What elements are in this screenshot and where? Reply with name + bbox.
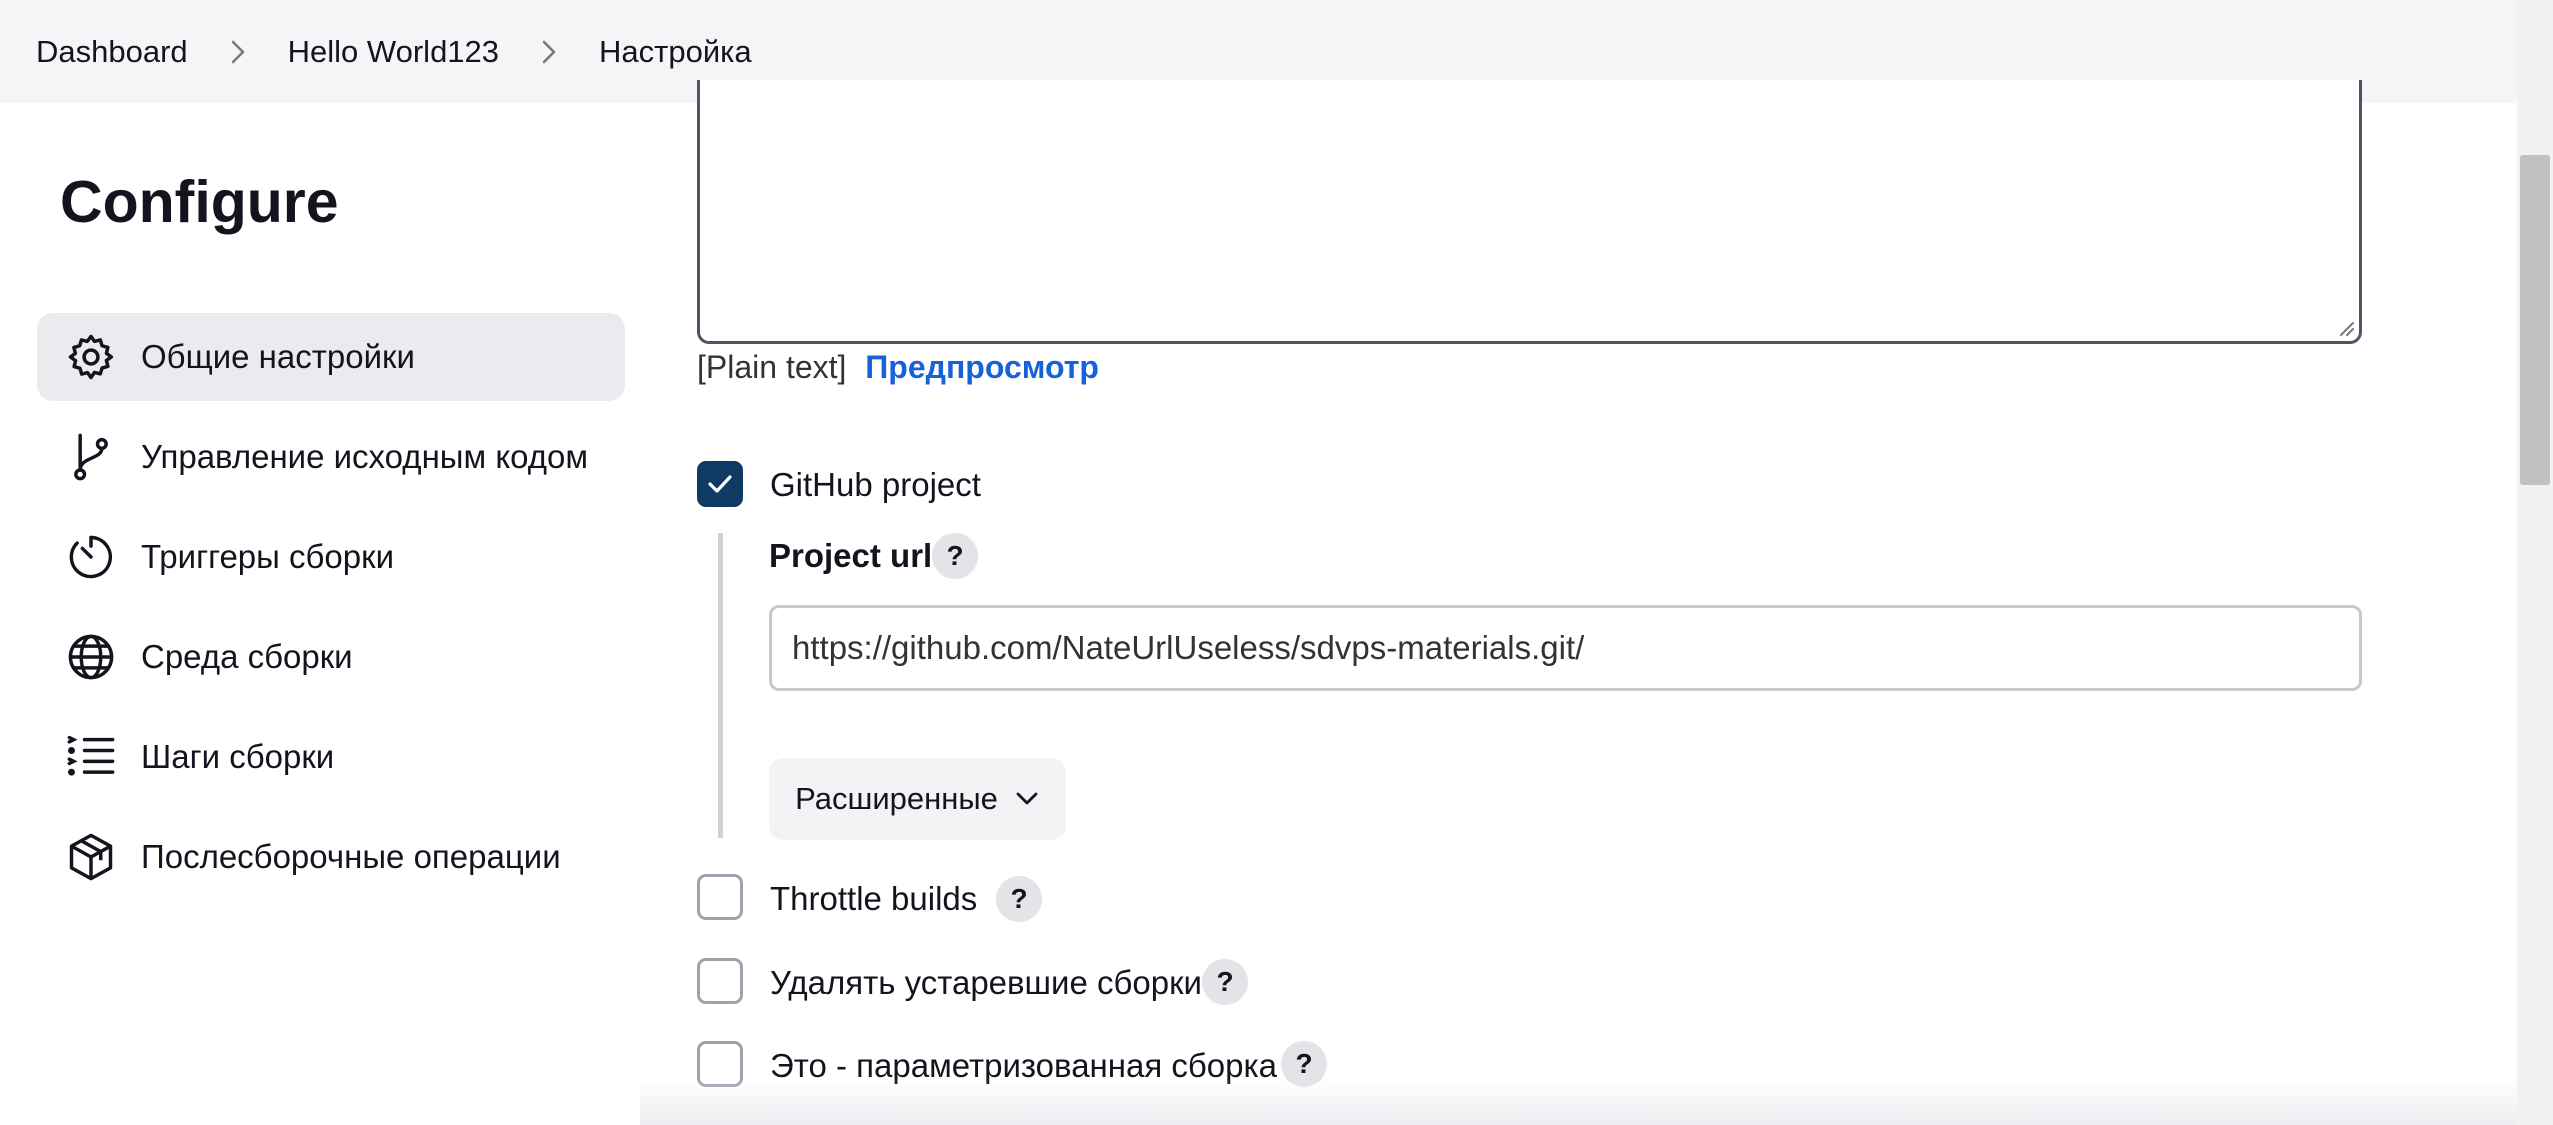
vertical-scrollbar[interactable]: [2517, 0, 2553, 1125]
discard-old-builds-checkbox[interactable]: [697, 958, 743, 1004]
branch-icon: [65, 431, 117, 483]
resize-handle-icon[interactable]: [2333, 315, 2355, 337]
description-textarea[interactable]: [697, 80, 2362, 344]
discard-old-builds-label: Удалять устаревшие сборки: [770, 964, 1202, 1001]
checkmark-icon: [708, 475, 732, 493]
plain-text-label: [Plain text]: [697, 349, 847, 385]
sidebar-item-label: Управление исходным кодом: [141, 438, 589, 475]
github-project-checkbox[interactable]: [697, 461, 743, 507]
project-url-label: Project url: [769, 537, 933, 574]
description-preview-row: [Plain text] Предпросмотр: [697, 349, 1099, 386]
sidebar-item-general[interactable]: Общие настройки: [37, 313, 625, 401]
globe-icon: [65, 631, 117, 683]
throttle-builds-help-button[interactable]: ?: [996, 876, 1042, 922]
sidebar-item-source-code[interactable]: Управление исходным кодом: [37, 413, 625, 501]
package-icon: [65, 831, 117, 883]
advanced-button[interactable]: Расширенные: [769, 758, 1066, 840]
scrollbar-thumb[interactable]: [2520, 155, 2550, 485]
throttle-builds-label: Throttle builds: [770, 880, 978, 917]
project-url-help-button[interactable]: ?: [932, 533, 978, 579]
throttle-builds-checkbox[interactable]: [697, 874, 743, 920]
timer-icon: [65, 531, 117, 583]
sidebar-item-build-environment[interactable]: Среда сборки: [37, 613, 625, 701]
advanced-button-label: Расширенные: [795, 781, 998, 816]
chevron-right-icon: [525, 37, 573, 67]
breadcrumb-item-project[interactable]: Hello World123: [288, 34, 499, 70]
list-icon: [65, 731, 117, 783]
gear-icon: [65, 331, 117, 383]
sidebar-item-build-steps[interactable]: Шаги сборки: [37, 713, 625, 801]
nested-section-line: [718, 533, 723, 838]
preview-link[interactable]: Предпросмотр: [865, 349, 1099, 385]
sidebar-item-label: Послесборочные операции: [141, 838, 561, 875]
sidebar-item-label: Общие настройки: [141, 338, 415, 375]
sidebar-item-label: Среда сборки: [141, 638, 353, 675]
chevron-down-icon: [1016, 792, 1038, 805]
breadcrumb-item-dashboard[interactable]: Dashboard: [36, 34, 188, 70]
project-url-input[interactable]: [769, 605, 2362, 691]
chevron-right-icon: [214, 37, 262, 67]
page-title: Configure: [60, 169, 339, 235]
github-project-label: GitHub project: [770, 466, 981, 503]
sidebar-item-post-build[interactable]: Послесборочные операции: [37, 813, 625, 901]
discard-old-builds-help-button[interactable]: ?: [1202, 959, 1248, 1005]
sidebar-item-label: Шаги сборки: [141, 738, 335, 775]
breadcrumb-item-configure[interactable]: Настройка: [599, 34, 752, 70]
bottom-fade: [640, 1078, 2517, 1125]
sidebar-item-label: Триггеры сборки: [141, 538, 395, 575]
sidebar-item-build-triggers[interactable]: Триггеры сборки: [37, 513, 625, 601]
